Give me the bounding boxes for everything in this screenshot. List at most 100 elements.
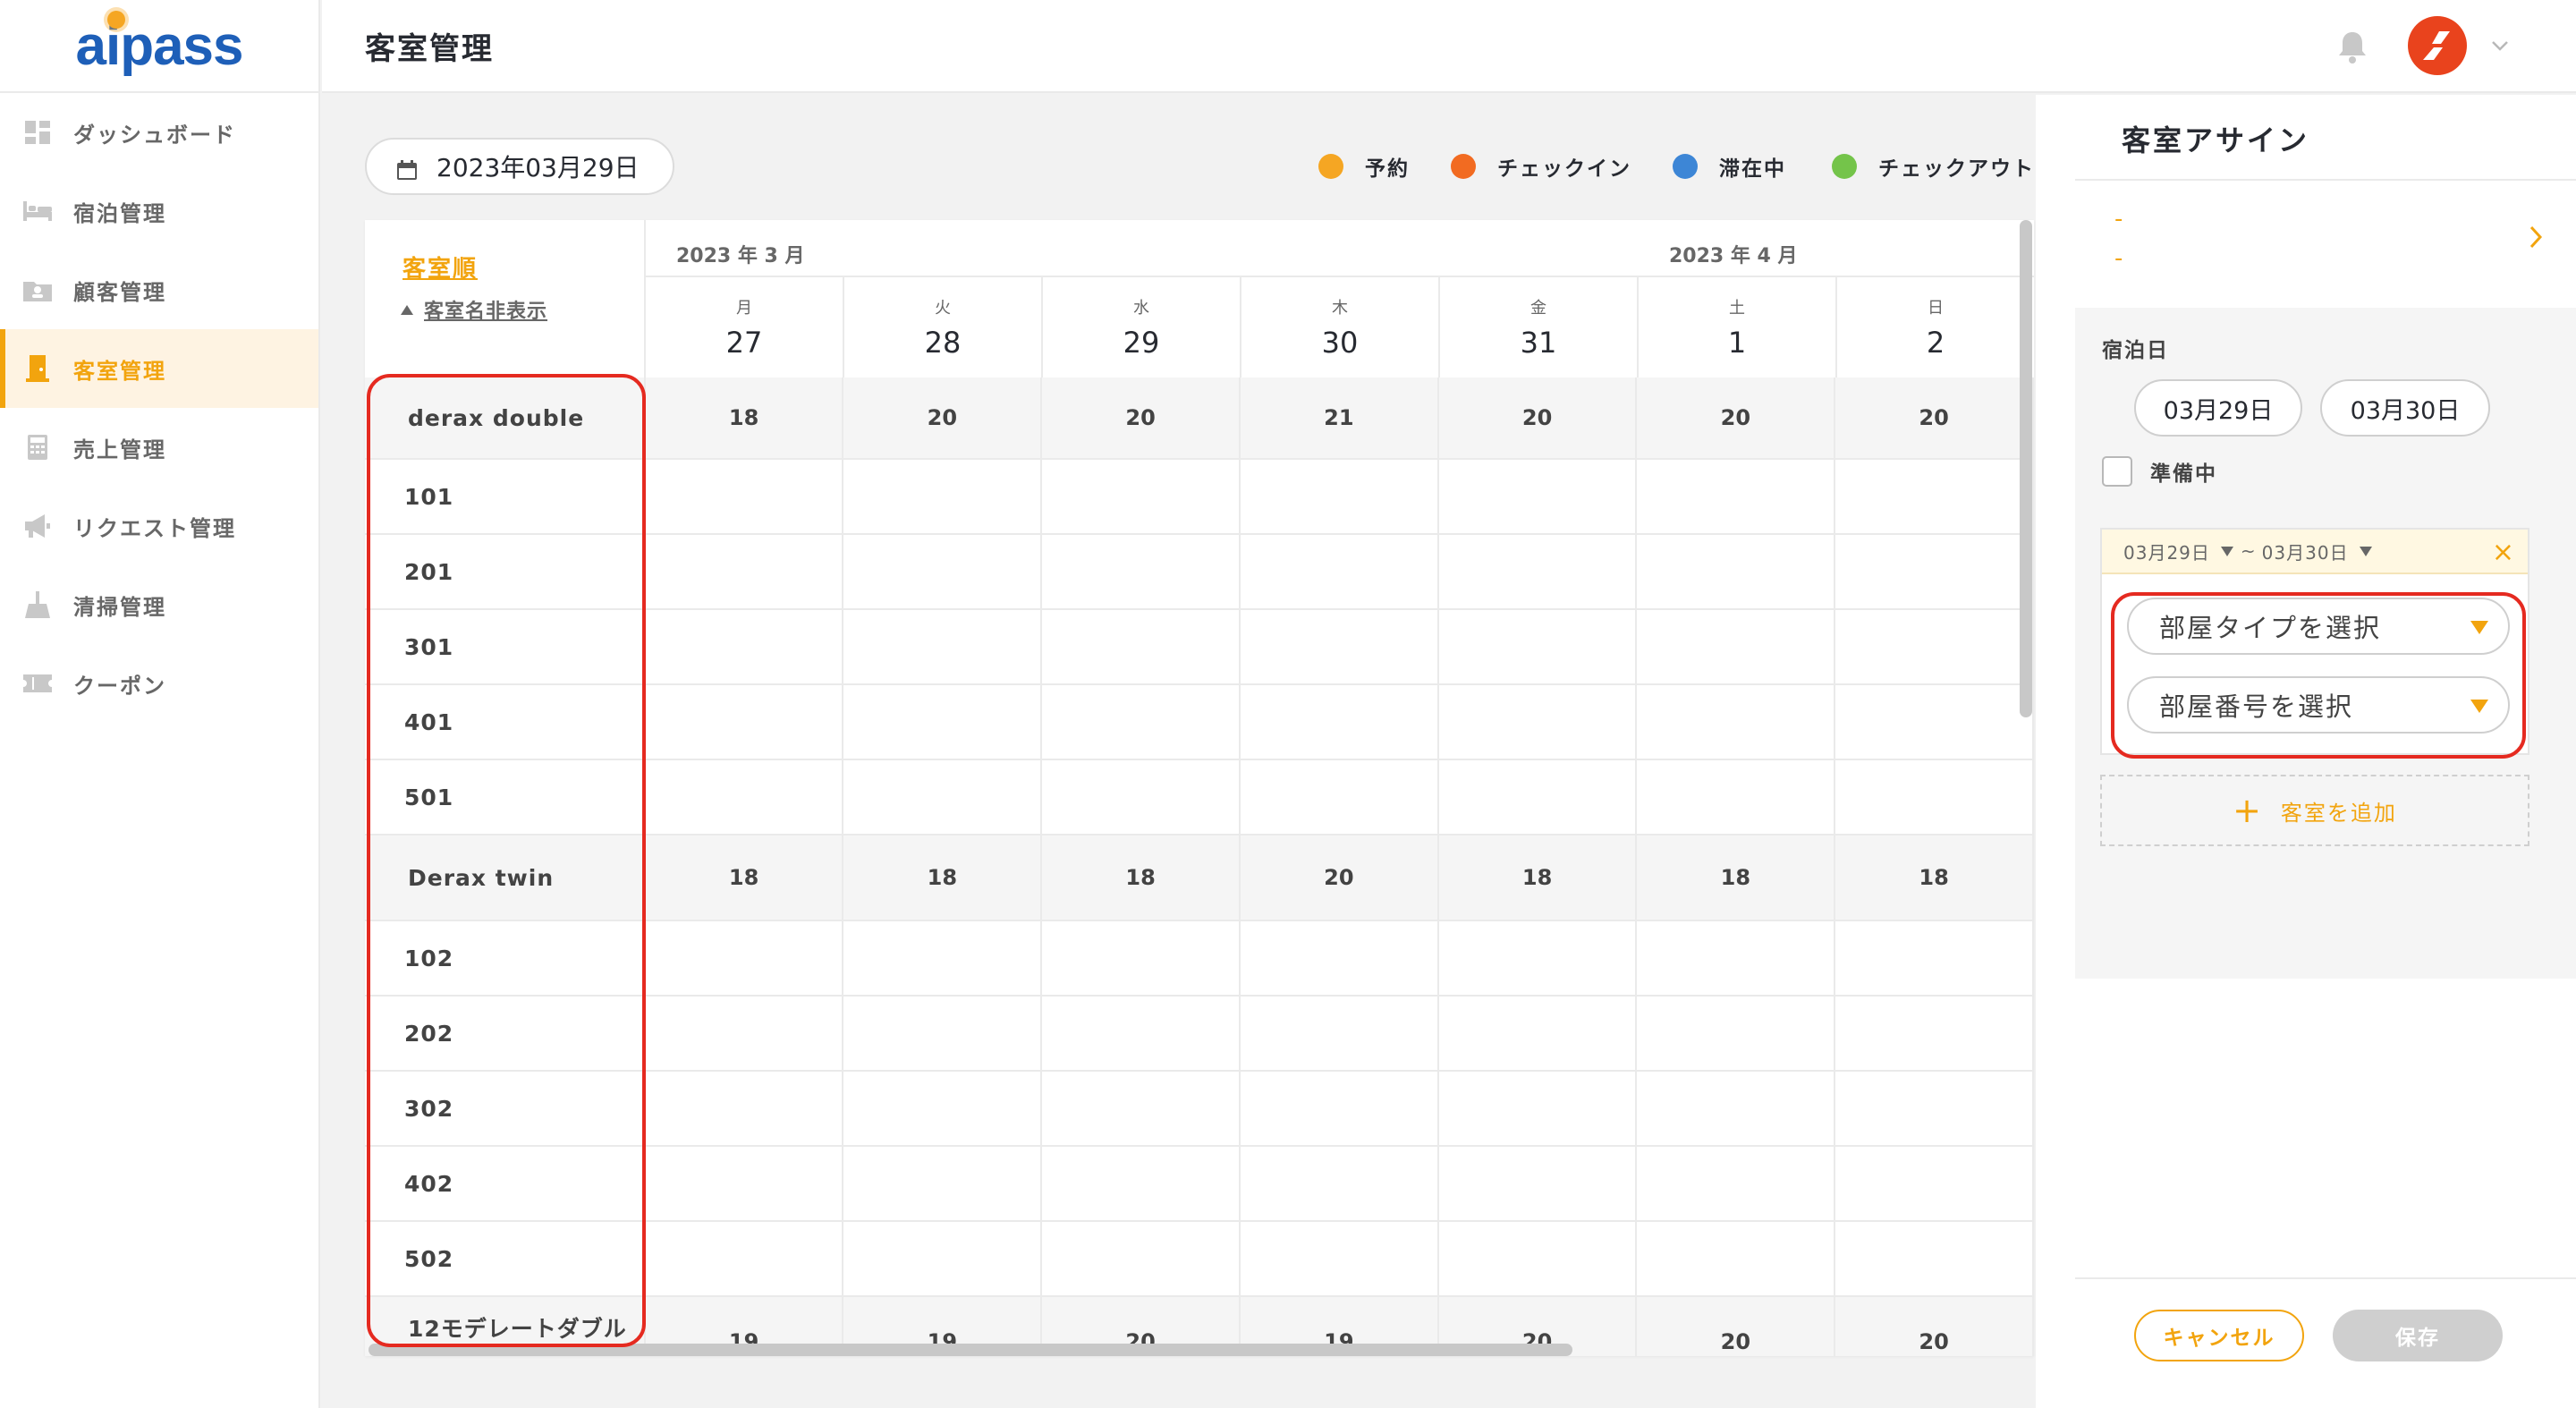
room-day-cell[interactable] <box>646 460 844 533</box>
checkbox-icon[interactable] <box>2102 456 2132 487</box>
room-day-cell[interactable] <box>1637 1147 1836 1220</box>
room-day-cell[interactable] <box>1241 685 1439 759</box>
room-day-cell[interactable] <box>1042 685 1241 759</box>
cancel-button[interactable]: キャンセル <box>2134 1310 2304 1361</box>
guest-summary[interactable]: - - <box>2075 181 2576 306</box>
chevron-down-icon[interactable] <box>2490 36 2510 55</box>
sidebar-item-dashboard[interactable]: ダッシュボード <box>0 93 318 172</box>
room-day-cell[interactable] <box>646 921 844 995</box>
room-day-cell[interactable] <box>843 1222 1043 1295</box>
hide-room-names-toggle[interactable]: 客室名非表示 <box>401 295 547 324</box>
room-day-cell[interactable] <box>1439 610 1638 683</box>
close-icon[interactable]: × <box>2492 537 2515 568</box>
room-day-cell[interactable] <box>646 760 844 834</box>
room-day-cell[interactable] <box>1835 1072 2034 1145</box>
room-day-cell[interactable] <box>843 460 1043 533</box>
room-day-cell[interactable] <box>1241 1147 1439 1220</box>
room-day-cell[interactable] <box>1637 997 1836 1070</box>
date-picker-button[interactable]: 2023年03月29日 <box>365 138 674 195</box>
sort-by-room-link[interactable]: 客室順 <box>402 250 478 284</box>
room-day-cell[interactable] <box>1637 610 1836 683</box>
preparing-checkbox[interactable]: 準備中 <box>2102 456 2217 487</box>
room-day-cell[interactable] <box>1835 1147 2034 1220</box>
sidebar-item-stay[interactable]: 宿泊管理 <box>0 172 318 250</box>
chevron-right-icon[interactable] <box>2522 222 2549 252</box>
room-day-cell[interactable] <box>1042 460 1241 533</box>
room-row[interactable]: 202 <box>365 997 2034 1072</box>
room-day-cell[interactable] <box>1241 997 1439 1070</box>
bell-icon[interactable] <box>2336 30 2368 64</box>
vertical-scrollbar[interactable] <box>2020 220 2032 717</box>
room-row[interactable]: 201 <box>365 535 2034 610</box>
room-day-cell[interactable] <box>1241 921 1439 995</box>
room-type-select[interactable]: 部屋タイプを選択 <box>2127 598 2510 655</box>
sidebar-item-customers[interactable]: 顧客管理 <box>0 250 318 329</box>
room-day-cell[interactable] <box>1835 760 2034 834</box>
sidebar-item-requests[interactable]: リクエスト管理 <box>0 487 318 565</box>
room-day-cell[interactable] <box>1637 535 1836 608</box>
add-room-button[interactable]: + 客室を追加 <box>2100 775 2529 846</box>
room-day-cell[interactable] <box>1439 1147 1638 1220</box>
room-row[interactable]: 502 <box>365 1222 2034 1297</box>
horizontal-scrollbar[interactable] <box>369 1344 1572 1356</box>
room-day-cell[interactable] <box>1835 921 2034 995</box>
room-row[interactable]: 501 <box>365 760 2034 835</box>
room-day-cell[interactable] <box>1637 1072 1836 1145</box>
room-day-cell[interactable] <box>1439 460 1638 533</box>
date-range-selector[interactable]: 03月29日 ~ 03月30日 × <box>2102 530 2528 574</box>
room-day-cell[interactable] <box>1835 460 2034 533</box>
room-day-cell[interactable] <box>1439 921 1638 995</box>
room-day-cell[interactable] <box>1042 997 1241 1070</box>
room-day-cell[interactable] <box>1439 1072 1638 1145</box>
sidebar-item-coupons[interactable]: クーポン <box>0 644 318 723</box>
room-day-cell[interactable] <box>1042 921 1241 995</box>
room-day-cell[interactable] <box>646 1222 844 1295</box>
range-from[interactable]: 03月29日 <box>2123 539 2210 564</box>
night-chip[interactable]: 03月30日 <box>2320 379 2490 437</box>
avatar[interactable] <box>2408 16 2467 75</box>
room-day-cell[interactable] <box>646 1072 844 1145</box>
room-row[interactable]: 302 <box>365 1072 2034 1147</box>
room-day-cell[interactable] <box>843 760 1043 834</box>
room-day-cell[interactable] <box>646 535 844 608</box>
room-day-cell[interactable] <box>843 1072 1043 1145</box>
room-day-cell[interactable] <box>1241 610 1439 683</box>
room-day-cell[interactable] <box>1835 610 2034 683</box>
room-day-cell[interactable] <box>1042 1222 1241 1295</box>
room-day-cell[interactable] <box>1241 1072 1439 1145</box>
room-day-cell[interactable] <box>1637 1222 1836 1295</box>
room-day-cell[interactable] <box>646 610 844 683</box>
room-day-cell[interactable] <box>646 685 844 759</box>
room-day-cell[interactable] <box>843 535 1043 608</box>
room-day-cell[interactable] <box>1835 685 2034 759</box>
room-day-cell[interactable] <box>1042 535 1241 608</box>
room-day-cell[interactable] <box>1042 1072 1241 1145</box>
room-day-cell[interactable] <box>1439 685 1638 759</box>
room-day-cell[interactable] <box>1637 460 1836 533</box>
room-day-cell[interactable] <box>843 921 1043 995</box>
room-day-cell[interactable] <box>843 685 1043 759</box>
room-day-cell[interactable] <box>646 1147 844 1220</box>
room-day-cell[interactable] <box>1439 1222 1638 1295</box>
room-day-cell[interactable] <box>646 997 844 1070</box>
night-chip[interactable]: 03月29日 <box>2134 379 2302 437</box>
range-to[interactable]: 03月30日 <box>2262 539 2349 564</box>
room-day-cell[interactable] <box>1241 535 1439 608</box>
room-day-cell[interactable] <box>1241 760 1439 834</box>
room-day-cell[interactable] <box>1835 535 2034 608</box>
room-day-cell[interactable] <box>1042 1147 1241 1220</box>
room-day-cell[interactable] <box>1042 610 1241 683</box>
room-day-cell[interactable] <box>843 997 1043 1070</box>
room-day-cell[interactable] <box>1439 997 1638 1070</box>
room-day-cell[interactable] <box>843 610 1043 683</box>
room-day-cell[interactable] <box>1637 921 1836 995</box>
sidebar-item-cleaning[interactable]: 清掃管理 <box>0 565 318 644</box>
room-day-cell[interactable] <box>1042 760 1241 834</box>
room-day-cell[interactable] <box>843 1147 1043 1220</box>
room-row[interactable]: 102 <box>365 921 2034 997</box>
room-day-cell[interactable] <box>1439 535 1638 608</box>
sidebar-item-rooms[interactable]: 客室管理 <box>0 329 318 408</box>
room-day-cell[interactable] <box>1835 997 2034 1070</box>
room-day-cell[interactable] <box>1637 685 1836 759</box>
room-day-cell[interactable] <box>1241 460 1439 533</box>
